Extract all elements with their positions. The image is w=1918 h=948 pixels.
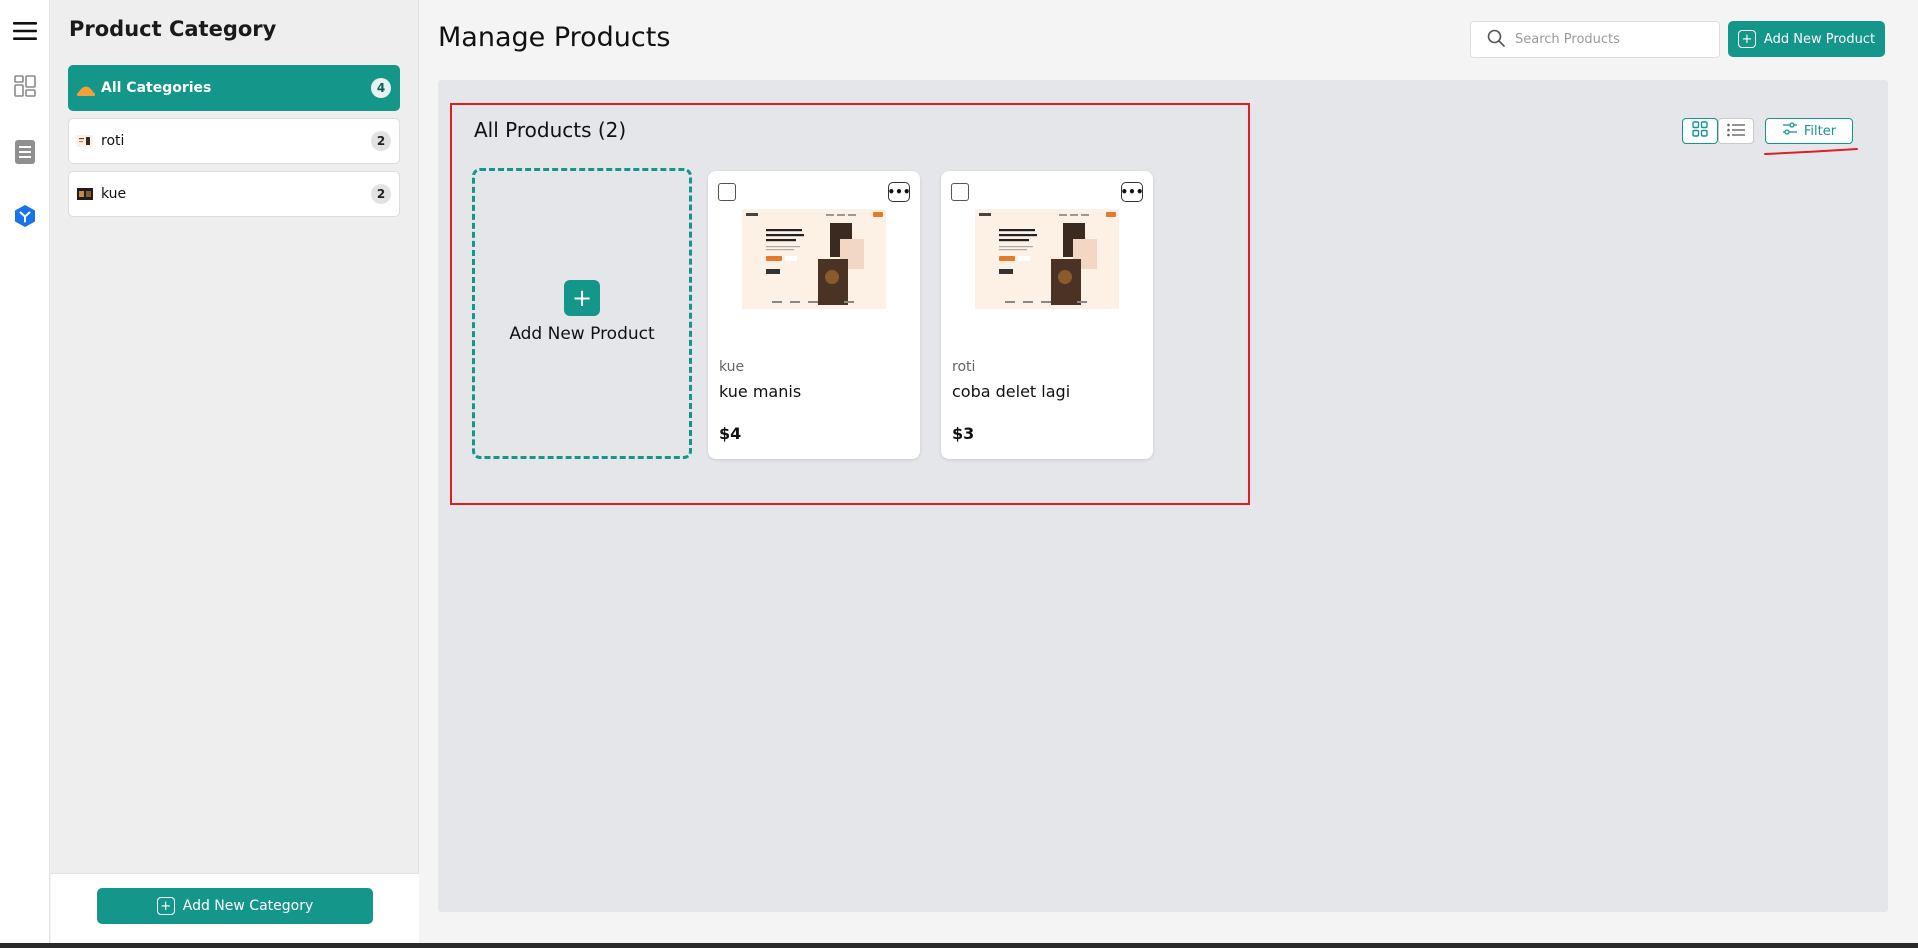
grid-view-icon: [1692, 121, 1708, 141]
add-category-button[interactable]: + Add New Category: [97, 888, 373, 924]
category-item-all[interactable]: All Categories 4: [68, 65, 400, 111]
category-label: All Categories: [101, 80, 212, 96]
products-title: All Products (2): [474, 118, 627, 142]
grid-view-button[interactable]: [1682, 118, 1718, 144]
list-view-button[interactable]: [1718, 118, 1754, 144]
search-input[interactable]: [1515, 32, 1705, 47]
add-product-label: Add New Product: [1763, 31, 1876, 47]
icon-rail: [0, 0, 50, 943]
product-icon[interactable]: [12, 203, 38, 229]
category-thumbnail: [77, 188, 93, 200]
filter-icon: [1782, 122, 1798, 140]
page-title: Manage Products: [438, 22, 671, 53]
sidebar-title: Product Category: [69, 17, 277, 41]
sidebar-footer: + Add New Category: [51, 873, 419, 943]
dashboard-icon[interactable]: [12, 73, 38, 99]
add-product-card-label: Add New Product: [509, 323, 655, 344]
product-price: $4: [719, 424, 742, 443]
select-checkbox[interactable]: [718, 183, 736, 201]
category-all-icon: [77, 82, 95, 96]
filter-label: Filter: [1803, 123, 1837, 139]
select-checkbox[interactable]: [951, 183, 969, 201]
add-category-label: Add New Category: [182, 898, 314, 914]
more-options-icon[interactable]: •••: [1121, 182, 1144, 202]
plus-icon: +: [156, 897, 175, 915]
bottom-bar: [0, 943, 1918, 948]
product-name: coba delet lagi: [952, 382, 1071, 401]
category-count-badge: 4: [371, 78, 391, 98]
category-sidebar: Product Category All Categories 4 roti 2…: [51, 0, 419, 943]
plus-icon: +: [564, 279, 600, 316]
product-card[interactable]: ••• kue kue manis $4: [708, 171, 920, 459]
add-product-card[interactable]: + Add New Product: [472, 168, 692, 459]
category-thumbnail: [77, 135, 93, 147]
add-product-button[interactable]: + Add New Product: [1728, 21, 1885, 57]
category-item-kue[interactable]: kue 2: [68, 171, 400, 217]
product-thumbnail: [975, 209, 1119, 309]
search-icon: [1487, 29, 1505, 51]
document-icon[interactable]: [12, 139, 38, 165]
product-category: kue: [719, 359, 745, 375]
product-name: kue manis: [719, 382, 802, 401]
category-label: roti: [101, 133, 125, 149]
list-view-icon: [1727, 122, 1745, 141]
category-count-badge: 2: [371, 184, 391, 204]
product-thumbnail: [742, 209, 886, 309]
product-category: roti: [952, 359, 976, 375]
annotation-underline: [1764, 148, 1858, 155]
search-box[interactable]: [1470, 21, 1720, 58]
menu-icon[interactable]: [12, 18, 38, 44]
product-card[interactable]: ••• roti coba delet lagi $3: [941, 171, 1153, 459]
category-count-badge: 2: [371, 131, 391, 151]
more-options-icon[interactable]: •••: [888, 182, 911, 202]
plus-icon: +: [1737, 30, 1756, 48]
category-item-roti[interactable]: roti 2: [68, 118, 400, 164]
filter-button[interactable]: Filter: [1765, 118, 1853, 144]
product-price: $3: [952, 424, 975, 443]
category-label: kue: [101, 186, 127, 202]
